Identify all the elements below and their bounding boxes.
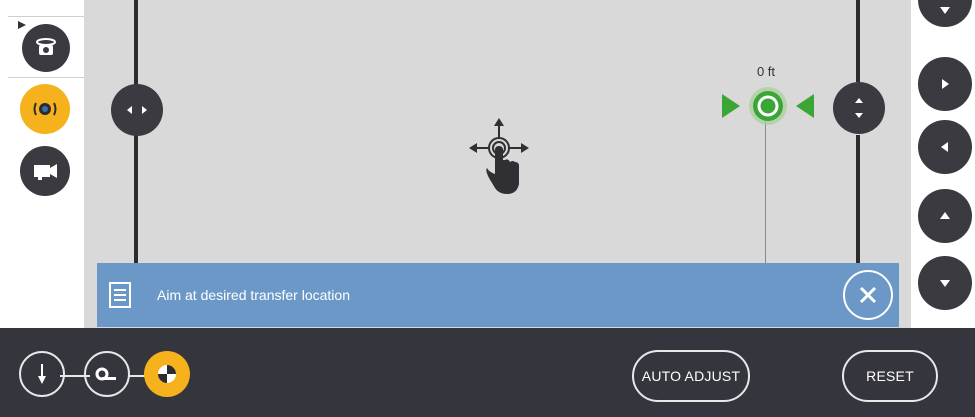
- rotate-camera-tab[interactable]: [8, 16, 96, 78]
- vertical-adjust-button[interactable]: [833, 82, 885, 134]
- distance-label: 0 ft: [756, 64, 776, 79]
- rotate-camera-icon: [36, 38, 56, 55]
- down-arrow-icon: [940, 7, 950, 14]
- move-up-button[interactable]: [918, 189, 972, 243]
- step-tape-button[interactable]: [84, 351, 130, 397]
- step-plumb-button[interactable]: [19, 351, 65, 397]
- up-down-arrows-icon: [855, 98, 863, 118]
- auto-adjust-button[interactable]: AUTO ADJUST: [632, 350, 750, 402]
- right-toolbar: [911, 0, 975, 328]
- bottom-bar: AUTO ADJUST RESET: [0, 328, 975, 417]
- video-camera-button[interactable]: [20, 146, 70, 196]
- left-arrow-icon: [941, 142, 948, 152]
- close-icon: [859, 286, 877, 304]
- move-left-button[interactable]: [918, 120, 972, 174]
- distance-marker-line: [765, 110, 766, 265]
- right-arrow-icon: [942, 79, 949, 89]
- reset-button[interactable]: RESET: [842, 350, 938, 402]
- target-point-icon: [158, 365, 176, 383]
- target-marker-icon: [722, 87, 814, 125]
- aim-target-button[interactable]: [20, 84, 70, 134]
- banner-message: Aim at desired transfer location: [157, 287, 350, 303]
- banner-close-button[interactable]: [843, 270, 893, 320]
- move-right-button[interactable]: [918, 57, 972, 111]
- expand-corner-icon: [18, 21, 26, 29]
- right-guide-line: [856, 0, 860, 82]
- plumb-bob-icon: [38, 364, 46, 384]
- camera-viewport[interactable]: 0 ft Aim at desired transfer location: [84, 0, 911, 328]
- up-arrow-icon: [940, 212, 950, 219]
- scroll-down-top-button[interactable]: [918, 0, 972, 27]
- aim-target-icon: [33, 102, 57, 116]
- pan-gesture-icon: [469, 118, 529, 194]
- message-banner: Aim at desired transfer location: [97, 263, 899, 327]
- right-guide-line-lower: [856, 135, 860, 265]
- left-guide-line-lower: [134, 135, 138, 265]
- document-icon: [109, 282, 131, 308]
- left-right-arrows-icon: [127, 106, 147, 114]
- left-toolbar: [0, 0, 96, 328]
- move-down-button[interactable]: [918, 256, 972, 310]
- left-guide-line: [134, 0, 138, 85]
- tape-measure-icon: [95, 367, 116, 381]
- video-camera-icon: [34, 164, 57, 180]
- down-arrow-icon: [940, 280, 950, 287]
- rotate-camera-button[interactable]: [22, 24, 70, 72]
- step-target-button[interactable]: [144, 351, 190, 397]
- horizontal-adjust-button[interactable]: [111, 84, 163, 136]
